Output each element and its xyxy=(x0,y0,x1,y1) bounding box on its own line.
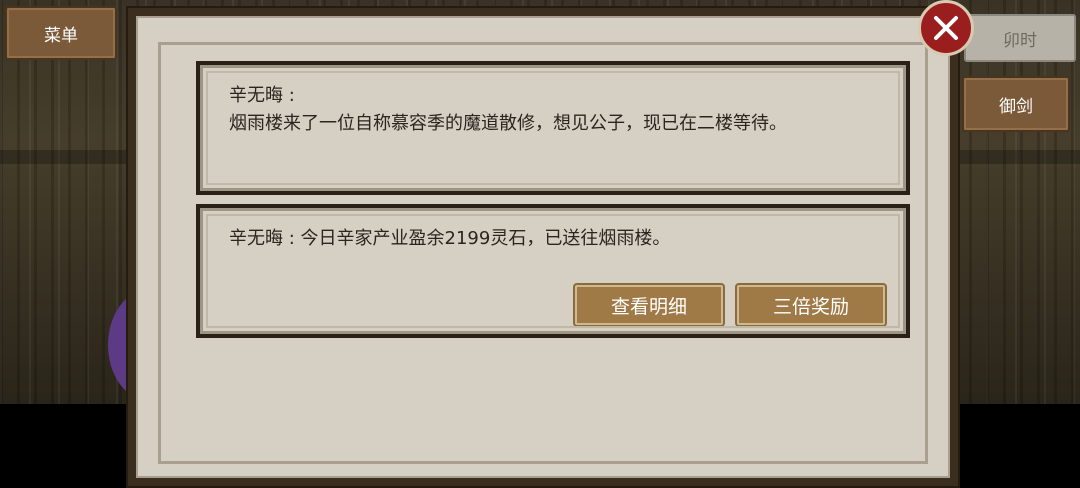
view-details-button[interactable]: 查看明细 xyxy=(575,285,723,325)
time-button: 卯时 xyxy=(964,14,1076,62)
triple-reward-button[interactable]: 三倍奖励 xyxy=(737,285,885,325)
sword-flight-button[interactable]: 御剑 xyxy=(962,76,1070,132)
close-icon xyxy=(934,16,958,40)
income-message: 辛无晦 : 今日辛家产业盈余2199灵石，已送往烟雨楼。 xyxy=(229,228,671,249)
message-speaker: 辛无晦 : xyxy=(229,85,295,106)
income-card-inner: 辛无晦 : 今日辛家产业盈余2199灵石，已送往烟雨楼。 查看明细 三倍奖励 xyxy=(200,208,906,334)
message-text: 烟雨楼来了一位自称慕容季的魔道散修，想见公子，现已在二楼等待。 xyxy=(229,113,787,134)
dialog-panel: 辛无晦 : 烟雨楼来了一位自称慕容季的魔道散修，想见公子，现已在二楼等待。 辛无… xyxy=(136,16,950,478)
income-card: 辛无晦 : 今日辛家产业盈余2199灵石，已送往烟雨楼。 查看明细 三倍奖励 xyxy=(196,204,910,338)
message-card: 辛无晦 : 烟雨楼来了一位自称慕容季的魔道散修，想见公子，现已在二楼等待。 xyxy=(196,61,910,195)
menu-button[interactable]: 菜单 xyxy=(5,6,117,60)
close-button[interactable] xyxy=(918,0,974,56)
message-card-inner: 辛无晦 : 烟雨楼来了一位自称慕容季的魔道散修，想见公子，现已在二楼等待。 xyxy=(200,65,906,191)
message-dialog: 辛无晦 : 烟雨楼来了一位自称慕容季的魔道散修，想见公子，现已在二楼等待。 辛无… xyxy=(126,6,960,488)
